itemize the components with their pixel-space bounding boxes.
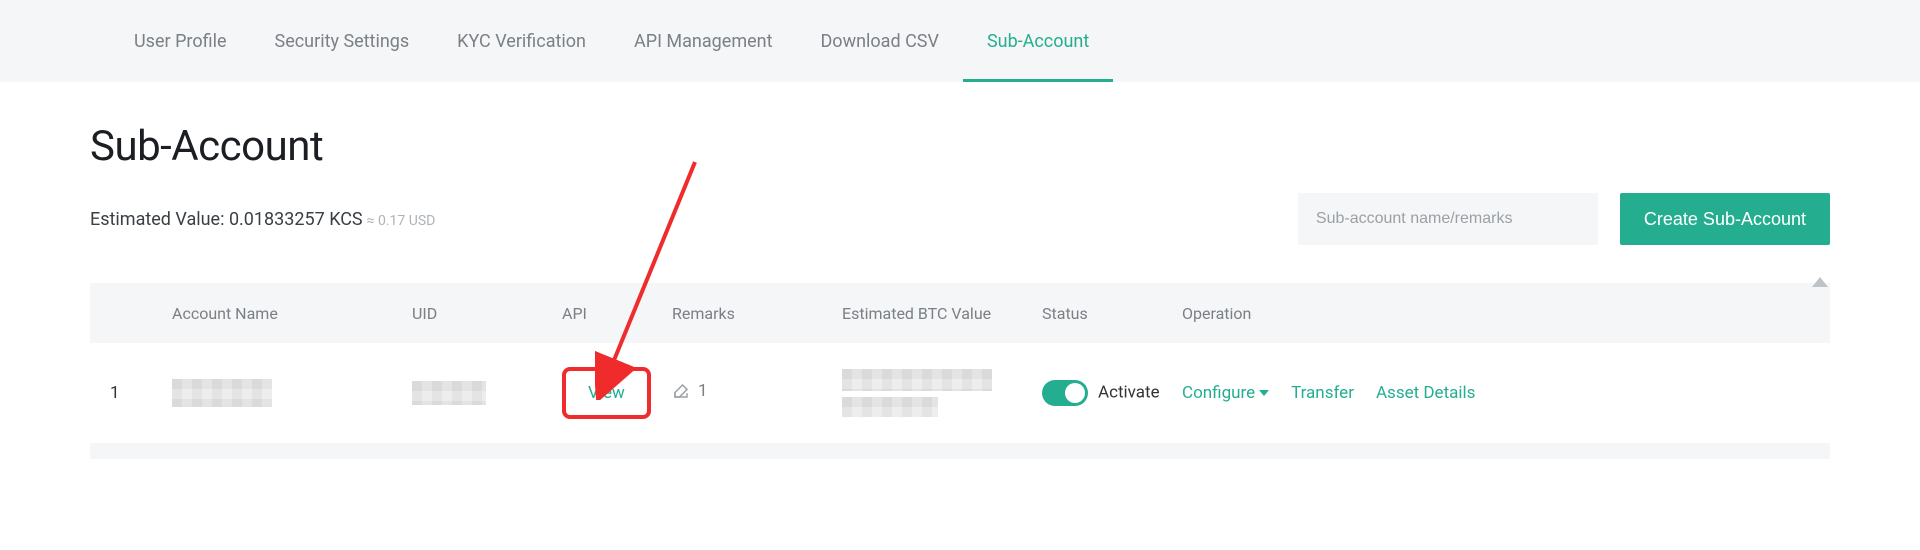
cell-uid: [400, 381, 550, 405]
configure-label: Configure: [1182, 383, 1255, 403]
row-index: 1: [90, 383, 160, 403]
header-operation: Operation: [1170, 304, 1830, 323]
caret-down-icon: [1259, 390, 1269, 396]
header-remarks: Remarks: [660, 304, 830, 323]
header-uid: UID: [400, 304, 550, 323]
configure-link[interactable]: Configure: [1182, 383, 1269, 403]
page-title: Sub-Account: [90, 122, 1830, 171]
tab-security-settings[interactable]: Security Settings: [251, 0, 434, 82]
status-label: Activate: [1098, 382, 1160, 402]
tab-api-management[interactable]: API Management: [610, 0, 797, 82]
controls: Create Sub-Account: [1298, 193, 1830, 245]
redacted-account-name: [172, 379, 272, 407]
cell-remarks: 1: [660, 381, 830, 405]
tab-user-profile[interactable]: User Profile: [110, 0, 251, 82]
cell-operations: Configure Transfer Asset Details: [1170, 383, 1830, 403]
estimated-value-amount: 0.01833257 KCS: [229, 209, 363, 230]
tab-sub-account[interactable]: Sub-Account: [963, 0, 1113, 82]
value-row: Estimated Value: 0.01833257 KCS≈ 0.17 US…: [90, 193, 1830, 245]
header-btc-value: Estimated BTC Value: [830, 304, 1030, 323]
header-status: Status: [1030, 304, 1170, 323]
table-footer-bar: [90, 443, 1830, 459]
cell-account-name: [160, 379, 400, 407]
activate-toggle[interactable]: [1042, 380, 1088, 406]
content-area: Sub-Account Estimated Value: 0.01833257 …: [0, 82, 1920, 459]
scroll-up-arrow-icon[interactable]: [1812, 277, 1828, 287]
cell-api: View: [550, 367, 660, 419]
table-header-row: Account Name UID API Remarks Estimated B…: [90, 283, 1830, 343]
estimated-value-text: Estimated Value: 0.01833257 KCS≈ 0.17 US…: [90, 209, 435, 230]
search-input[interactable]: [1298, 193, 1598, 245]
tab-kyc-verification[interactable]: KYC Verification: [433, 0, 610, 82]
view-api-link[interactable]: View: [588, 383, 625, 403]
tab-download-csv[interactable]: Download CSV: [796, 0, 962, 82]
estimated-value-approx: ≈ 0.17 USD: [367, 213, 436, 229]
cell-btc-value: [830, 369, 1030, 417]
redacted-btc-value: [842, 369, 992, 391]
tab-navigation: User Profile Security Settings KYC Verif…: [0, 0, 1920, 82]
edit-icon[interactable]: [672, 382, 690, 400]
header-api: API: [550, 304, 660, 323]
asset-details-link[interactable]: Asset Details: [1376, 383, 1475, 403]
table-row: 1 View 1: [90, 343, 1830, 443]
annotation-highlight-box: View: [562, 367, 651, 419]
create-sub-account-button[interactable]: Create Sub-Account: [1620, 193, 1830, 245]
sub-account-table: Account Name UID API Remarks Estimated B…: [90, 283, 1830, 459]
cell-status: Activate: [1030, 380, 1170, 406]
header-account-name: Account Name: [160, 304, 400, 323]
estimated-value-label: Estimated Value:: [90, 209, 229, 230]
transfer-link[interactable]: Transfer: [1291, 383, 1354, 403]
redacted-btc-value-sub: [842, 397, 938, 417]
remarks-count: 1: [698, 381, 708, 401]
redacted-uid: [412, 381, 486, 405]
